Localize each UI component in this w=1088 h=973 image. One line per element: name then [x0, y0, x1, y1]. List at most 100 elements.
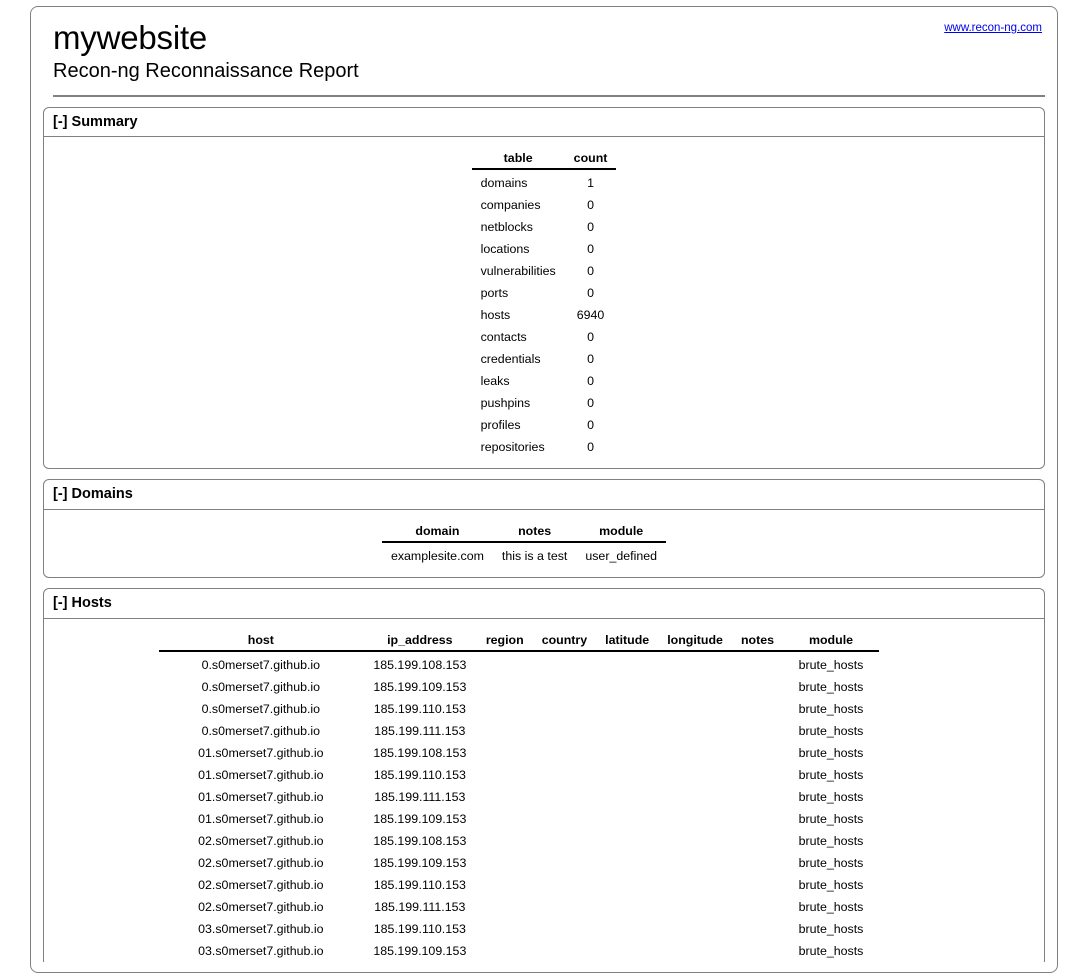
table-row: 0.s0merset7.github.io 185.199.111.153 brut…	[159, 720, 879, 742]
hosts-cell-notes	[732, 742, 783, 764]
hosts-cell-host: 02.s0merset7.github.io	[198, 899, 324, 914]
hosts-cell-notes	[732, 651, 783, 676]
hosts-cell-country	[533, 742, 596, 764]
hosts-cell-host: 03.s0merset7.github.io	[198, 943, 324, 958]
hosts-cell-longitude	[658, 764, 732, 786]
section-hosts-header[interactable]: [-] Hosts	[43, 587, 1045, 618]
hosts-cell-host: 0.s0merset7.github.io	[201, 657, 321, 672]
summary-cell-table: pushpins	[480, 396, 531, 411]
hosts-cell-region	[477, 742, 533, 764]
hosts-cell-host: 0.s0merset7.github.io	[201, 679, 321, 694]
hosts-cell-module: brute_hosts	[798, 833, 864, 848]
hosts-cell-ip-address: 185.199.111.153	[374, 723, 466, 738]
hosts-col-ip-address: ip_address	[362, 629, 477, 652]
hosts-cell-ip-address: 185.199.108.153	[373, 833, 467, 848]
summary-cell-count: 0	[587, 220, 594, 235]
summary-cell-count: 0	[587, 374, 594, 389]
table-row: netblocks 0	[472, 216, 617, 238]
table-row: 03.s0merset7.github.io 185.199.110.153 bru…	[159, 918, 879, 940]
hosts-cell-country	[533, 764, 596, 786]
hosts-cell-host: 0.s0merset7.github.io	[201, 723, 321, 738]
hosts-cell-longitude	[658, 651, 732, 676]
table-row: pushpins 0	[472, 392, 617, 414]
hosts-cell-latitude	[596, 896, 658, 918]
hosts-cell-host: 01.s0merset7.github.io	[198, 789, 324, 804]
summary-cell-count: 0	[587, 352, 594, 367]
summary-table: table count domains 1 companies 0 netblock…	[471, 148, 617, 458]
hosts-cell-longitude	[658, 830, 732, 852]
section-hosts-body: host ip_address region country latitude …	[43, 617, 1045, 962]
hosts-collapse-toggle[interactable]: [-]	[53, 595, 68, 611]
table-row: 03.s0merset7.github.io 185.199.109.153 bru…	[159, 940, 879, 962]
hosts-cell-notes	[732, 874, 783, 896]
domains-collapse-toggle[interactable]: [-]	[53, 486, 68, 502]
hosts-cell-module: brute_hosts	[798, 877, 864, 892]
table-row: 0.s0merset7.github.io 185.199.108.153 brut…	[159, 651, 879, 676]
summary-cell-table: domains	[480, 176, 528, 191]
hosts-cell-region	[477, 830, 533, 852]
table-row: 02.s0merset7.github.io 185.199.109.153 bru…	[159, 852, 879, 874]
hosts-cell-region	[477, 808, 533, 830]
hosts-cell-latitude	[596, 786, 658, 808]
summary-cell-count: 0	[587, 198, 594, 213]
domains-table: domain notes module examplesite.com this…	[381, 520, 666, 567]
section-summary-header[interactable]: [-] Summary	[43, 106, 1045, 137]
table-row: contacts 0	[472, 326, 617, 348]
hosts-cell-longitude	[658, 786, 732, 808]
hosts-cell-host: 01.s0merset7.github.io	[198, 811, 324, 826]
hosts-col-module: module	[783, 629, 879, 652]
domains-col-module: module	[576, 520, 666, 543]
hosts-cell-notes	[732, 852, 783, 874]
hosts-cell-country	[533, 676, 596, 698]
hosts-table: host ip_address region country latitude …	[158, 629, 879, 962]
hosts-cell-module: brute_hosts	[798, 789, 864, 804]
table-row: ports 0	[472, 282, 617, 304]
hosts-cell-module: brute_hosts	[798, 921, 864, 936]
table-header-row: table count	[471, 148, 617, 171]
table-row: locations 0	[472, 238, 617, 260]
hosts-cell-region	[477, 698, 533, 720]
table-row: 0.s0merset7.github.io 185.199.109.153 brut…	[159, 676, 879, 698]
recon-ng-website-link[interactable]: www.recon-ng.com	[944, 22, 1042, 34]
hosts-cell-module: brute_hosts	[798, 767, 864, 782]
hosts-cell-longitude	[658, 852, 732, 874]
hosts-cell-region	[477, 764, 533, 786]
hosts-cell-longitude	[658, 808, 732, 830]
hosts-cell-notes	[732, 698, 783, 720]
table-row: hosts 6940	[472, 304, 617, 326]
domains-cell-notes: this is a test	[501, 548, 568, 563]
hosts-cell-latitude	[596, 852, 658, 874]
table-row: repositories 0	[472, 436, 617, 458]
summary-table-body: domains 1 companies 0 netblocks 0 locations…	[472, 169, 617, 458]
section-domains-header[interactable]: [-] Domains	[43, 479, 1045, 509]
hosts-cell-country	[533, 830, 596, 852]
hosts-cell-notes	[732, 808, 783, 830]
hosts-cell-host: 02.s0merset7.github.io	[198, 855, 324, 870]
hosts-cell-ip-address: 185.199.109.153	[373, 855, 467, 870]
summary-collapse-toggle[interactable]: [-]	[53, 114, 68, 130]
hosts-cell-region	[477, 874, 533, 896]
summary-cell-count: 0	[587, 418, 594, 433]
section-hosts-title: Hosts	[71, 594, 112, 611]
hosts-cell-host: 02.s0merset7.github.io	[198, 833, 324, 848]
hosts-cell-longitude	[658, 896, 732, 918]
hosts-cell-region	[477, 676, 533, 698]
hosts-cell-module: brute_hosts	[798, 679, 864, 694]
hosts-cell-ip-address: 185.199.108.153	[373, 657, 467, 672]
hosts-cell-module: brute_hosts	[798, 745, 864, 760]
table-row: 01.s0merset7.github.io 185.199.109.153 bru…	[159, 808, 879, 830]
hosts-cell-ip-address: 185.199.111.153	[374, 899, 466, 914]
report-page: www.recon-ng.com mywebsite Recon-ng Reco…	[30, 6, 1058, 973]
table-row: 01.s0merset7.github.io 185.199.111.153 bru…	[159, 786, 879, 808]
hosts-cell-longitude	[658, 698, 732, 720]
hosts-cell-longitude	[658, 918, 732, 940]
hosts-cell-country	[533, 720, 596, 742]
summary-cell-count: 0	[587, 396, 594, 411]
hosts-col-latitude: latitude	[596, 629, 659, 652]
hosts-cell-notes	[732, 940, 783, 962]
summary-cell-count: 0	[587, 264, 594, 279]
hosts-cell-notes	[732, 764, 783, 786]
hosts-cell-ip-address: 185.199.110.153	[373, 767, 466, 782]
table-row: credentials 0	[472, 348, 617, 370]
summary-col-count: count	[564, 148, 617, 171]
